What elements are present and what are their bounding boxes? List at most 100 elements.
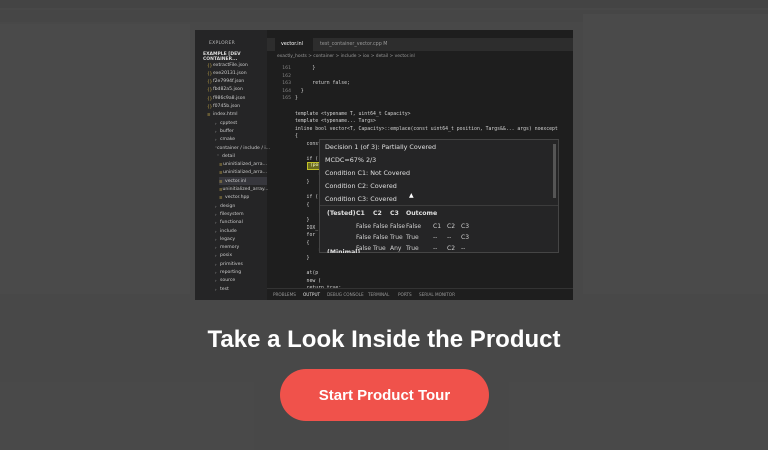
truth-table-cell: C1 [433,223,442,230]
tree-item-label: cmake [220,137,236,143]
tree-item[interactable]: ˅ detail [217,152,267,160]
truth-table-cell: C2 [447,245,456,252]
code-line: } [295,218,310,223]
truth-table-header-c3: C3 [390,210,399,217]
code-line: { [295,134,298,140]
tree-item[interactable]: {} f986c9a8.json [207,94,267,102]
tree-item-label: detail [222,153,235,159]
panel-tab[interactable]: SERIAL MONITOR [419,292,455,297]
code-line: IOX_ [295,225,319,231]
tree-item[interactable]: ≡ vector.inl [219,177,267,186]
truth-table-cell: False [356,223,372,230]
condition-c3: Condition C3: Covered [325,195,397,203]
hover-separator [320,205,558,206]
tree-item[interactable]: › include [215,227,267,235]
tree-item[interactable]: ≡ index.html [207,111,267,119]
tree-item[interactable]: › primitives [215,260,267,268]
code-line: if ( [295,195,319,201]
truth-table-cell: -- [433,234,438,241]
mcdc-value: MCDC=67% 2/3 [325,156,377,164]
code-line: r [295,210,321,216]
truth-table-cell: C2 [447,223,456,230]
tab-vector-inl[interactable]: vector.inl [275,38,313,51]
explorer-panel: EXPLORER EXAMPLE [DEV CONTAINER... {} ext… [195,30,271,300]
truth-table-cell: True [406,234,419,241]
truth-table-cell: C3 [461,223,470,230]
truth-table-cell: False [406,223,422,230]
tree-item-label: posix [220,253,233,259]
tree-item[interactable]: ≡ vector.hpp [219,194,267,202]
truth-table-cell: Any [390,245,402,252]
tree-item[interactable]: › functional [215,219,267,227]
tree-item-label: functional [220,220,243,226]
code-line: } [295,96,298,102]
tree-item[interactable]: › test [215,285,267,293]
tree-item[interactable]: ≡ uninitialized_arra... [219,169,267,177]
tree-item[interactable]: › source [215,277,267,285]
tree-item[interactable]: › design [215,202,267,210]
truth-table-cell: False [356,234,372,241]
truth-table-cell: False [373,223,389,230]
truth-table-header-c2: C2 [373,210,382,217]
panel-tab[interactable]: PROBLEMS [273,292,296,297]
code-line: } [295,256,310,261]
truth-table-cell: C3 [461,234,470,241]
tree-item[interactable]: ≡ uninitialized_array... [219,186,268,194]
condition-c1: Condition C1: Not Covered [325,169,411,177]
tree-item-label: primitives [220,261,243,267]
tree-item[interactable]: › buffer [215,127,267,135]
panel-tab[interactable]: PORTS [398,292,412,297]
tree-item-label: index.html [213,112,238,118]
code-line: r [295,172,321,178]
tree-item-label: f0745b.json [213,104,241,109]
tree-item[interactable]: › filesystem [215,210,267,218]
truth-table-header-outcome: Outcome [406,210,438,217]
tree-item-label: buffer [220,128,234,134]
truth-table-cell: -- [447,234,452,241]
tree-item[interactable]: {} f0745b.json [207,103,267,111]
truth-table-cell: False [390,223,406,230]
tree-item[interactable]: {} extractFile.json [207,61,267,69]
tree-item[interactable]: ≡ uninitialized_arra... [219,161,267,169]
tree-item[interactable]: {} fbd82a5.json [207,86,267,94]
line-number: 163 [282,81,291,87]
tree-item[interactable]: ˅ container / include / i... [215,144,271,152]
code-line: } [295,88,304,94]
tree-item[interactable]: › posix [215,252,267,260]
panel-tab[interactable]: DEBUG CONSOLE [327,292,364,297]
tree-item-label: design [220,203,236,209]
truth-table-cell: False [373,234,389,241]
code-line: } [295,66,316,71]
code-line: at(p [295,271,319,277]
tree-item[interactable]: › legacy [215,235,267,243]
tree-item-label: source [220,278,236,284]
tree-item[interactable]: › reporting [215,269,267,277]
tree-item-label: container / include / i... [217,145,271,151]
truth-table-cell: True [406,245,419,252]
truth-table-header-c1: C1 [356,210,365,217]
panel-tab[interactable]: TERMINAL [368,292,389,297]
tab-test-container-vector[interactable]: test_container_vector.cpp M [314,38,394,51]
panel-tab[interactable]: OUTPUT [303,292,320,297]
tree-item[interactable]: › memory [215,244,267,252]
tree-item-label: f986c9a8.json [213,95,246,101]
decision-status: Decision 1 (of 3): Partially Covered [325,143,436,151]
code-line: return false; [295,81,350,87]
start-product-tour-button[interactable]: Start Product Tour [280,369,489,421]
hover-scrollbar[interactable] [553,144,556,198]
condition-c2: Condition C2: Covered [325,182,397,190]
tree-item[interactable]: {} exe20131.json [207,69,267,77]
breadcrumb: exactly_hosts > container > include > io… [277,54,415,59]
code-line: template <typename... Targs> [295,119,376,125]
truth-table-cell: True [390,234,403,241]
tree-item-label: cpptest [220,120,238,126]
tree-item-label: legacy [220,236,236,242]
tree-item-label: filesystem [220,211,244,217]
tree-item-label: include [220,228,237,234]
truth-table-cell: -- [433,245,438,252]
tree-item-label: memory [220,245,240,251]
tree-item[interactable]: › cpptest [215,119,267,127]
bottom-panel-tabs: PROBLEMS OUTPUT DEBUG CONSOLE TERMINAL PORTS… [267,288,573,300]
tree-item[interactable]: {} f2e7994f.json [207,78,267,86]
tree-item[interactable]: › cmake [215,136,267,144]
